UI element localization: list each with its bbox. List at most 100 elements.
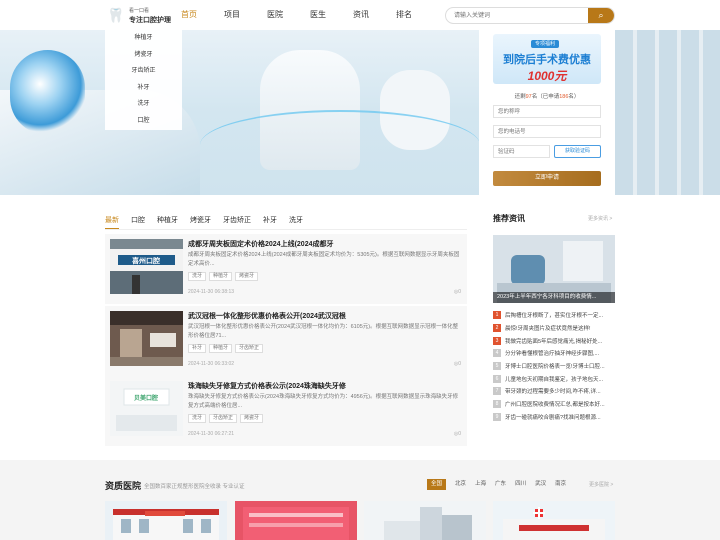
hospital-card[interactable] (493, 501, 615, 540)
code-field[interactable] (493, 145, 550, 158)
article-card[interactable]: 武汉冠根一体化整形优惠价格表公开(2024武汉冠根 武汉冠根一体化整形优惠价格表… (105, 306, 467, 376)
article-time: 2024-11-30 06:33:02 (188, 361, 235, 367)
city-item[interactable]: 北京 (455, 479, 466, 490)
article-thumbnail[interactable]: 喜州口腔 (110, 239, 183, 294)
article-title[interactable]: 武汉冠根一体化整形优惠价格表公开(2024武汉冠根 (188, 311, 463, 321)
list-item-text[interactable]: 广州口腔医院收费情况汇总,都是按本好... (505, 400, 605, 408)
list-item-text[interactable]: 牙博士口腔医院价格表一览!牙博士口腔... (505, 362, 605, 370)
rank-number: 1 (493, 311, 501, 320)
hospital-building-image (493, 501, 615, 540)
hospital-card[interactable] (235, 501, 357, 540)
name-field[interactable] (493, 105, 601, 118)
list-item[interactable]: 5 牙博士口腔医院价格表一览!牙博士口腔... (493, 360, 615, 373)
site-logo[interactable]: 🦷 看一口看 专注口腔护理 (107, 5, 171, 25)
tab-filling[interactable]: 补牙 (263, 215, 277, 229)
article-time: 2024-11-30 06:27:21 (188, 431, 235, 437)
list-item-text[interactable]: 后掏槽位牙根断了，甚实位牙根不一定... (505, 311, 603, 319)
clinic-interior-image (110, 311, 183, 366)
views-count: 0 (458, 431, 461, 437)
article-thumbnail[interactable] (110, 311, 183, 366)
city-item[interactable]: 上海 (475, 479, 486, 490)
tab-orthodontics[interactable]: 牙齿矫正 (223, 215, 251, 229)
category-item[interactable]: 烤瓷牙 (105, 47, 182, 64)
article-tag[interactable]: 洗牙 (188, 414, 207, 423)
nav-doctors[interactable]: 医生 (310, 0, 326, 30)
get-code-button[interactable]: 获取验证码 (554, 145, 601, 158)
city-item[interactable]: 南京 (555, 479, 566, 490)
article-tag[interactable]: 洗牙 (188, 272, 207, 281)
rank-number: 8 (493, 400, 501, 409)
list-item[interactable]: 4 分分钟看懂根管治疗抽牙神经步骤图,... (493, 347, 615, 360)
list-item[interactable]: 6 儿童地包天初期自我鉴定，孩子地包天... (493, 372, 615, 385)
category-item[interactable]: 补牙 (105, 80, 182, 97)
city-item[interactable]: 四川 (515, 479, 526, 490)
nav-projects[interactable]: 项目 (224, 0, 240, 30)
article-tag[interactable]: 牙齿矫正 (209, 414, 238, 423)
list-item-text[interactable]: 分分钟看懂根管治疗抽牙神经步骤图,... (505, 349, 599, 357)
category-item[interactable]: 牙齿矫正 (105, 63, 182, 80)
category-item[interactable]: 口腔 (105, 113, 182, 130)
recommend-featured[interactable]: 2023年上半年西宁各牙科项目的收费情... (493, 235, 615, 303)
promo-banner[interactable]: 专项福利 到院后手术费优惠 1000元 (493, 34, 601, 84)
hospital-building-image (235, 501, 357, 540)
article-tags: 洗牙 种植牙 烤瓷牙 (188, 272, 261, 281)
article-tag[interactable]: 种植牙 (209, 344, 233, 353)
list-item[interactable]: 8 广州口腔医院收费情况汇总,都是按本好... (493, 398, 615, 411)
phone-field[interactable] (493, 125, 601, 138)
article-tag[interactable]: 烤瓷牙 (240, 414, 264, 423)
hospital-building-image (364, 501, 486, 540)
nav-home[interactable]: 首页 (181, 0, 197, 30)
list-item-text[interactable]: 儿童地包天初期自我鉴定，孩子地包天... (505, 375, 603, 383)
article-tag[interactable]: 种植牙 (209, 272, 233, 281)
list-item-text[interactable]: 晨惊!牙周夹图片及症状竟然是这样! (505, 324, 591, 332)
header: 🦷 看一口看 专注口腔护理 首页 项目 医院 医生 资讯 排名 ⌕ (0, 0, 720, 30)
list-item[interactable]: 3 我做完齿贴面5年后感觉痛光,揭秘好处... (493, 334, 615, 347)
news-tabs: 最新 口腔 种植牙 烤瓷牙 牙齿矫正 补牙 洗牙 (105, 215, 315, 229)
recommend-more-link[interactable]: 更多资讯 > (588, 215, 612, 222)
city-item[interactable]: 武汉 (535, 479, 546, 490)
tab-cleaning[interactable]: 洗牙 (289, 215, 303, 229)
article-tag[interactable]: 烤瓷牙 (235, 272, 259, 281)
rank-number: 2 (493, 324, 501, 333)
city-item[interactable]: 广东 (495, 479, 506, 490)
list-item[interactable]: 2 晨惊!牙周夹图片及症状竟然是这样! (493, 322, 615, 335)
category-item[interactable]: 种植牙 (105, 30, 182, 47)
article-desc: 武汉冠根一体化整形优惠价格表公开(2024武汉冠根一体化均价为：6105元)。根… (188, 324, 459, 339)
list-item[interactable]: 1 后掏槽位牙根断了，甚实位牙根不一定... (493, 309, 615, 322)
article-title[interactable]: 成都牙周夹板固定术价格2024上线(2024成都牙 (188, 239, 463, 249)
nav-hospitals[interactable]: 医院 (267, 0, 283, 30)
category-item[interactable]: 洗牙 (105, 96, 182, 113)
views-count: 0 (458, 289, 461, 295)
search-input[interactable] (446, 8, 590, 23)
promo-title: 到院后手术费优惠 (503, 54, 591, 66)
article-thumbnail[interactable]: 贝美口腔 (110, 381, 183, 436)
list-item-text[interactable]: 带牙颈的过程需要多少时间,咋不疼,详... (505, 387, 601, 395)
hospital-more-link[interactable]: 更多医院 > (589, 481, 613, 488)
list-item-text[interactable]: 我做完齿贴面5年后感觉痛光,揭秘好处... (505, 337, 602, 345)
submit-button[interactable]: 立即申请 (493, 171, 601, 186)
article-desc: 珠海缺失牙修复方式价格表公示(2024珠海缺失牙修复方式均价为：4956元)。根… (188, 394, 459, 409)
hospital-card[interactable] (364, 501, 486, 540)
banner-wave (200, 110, 480, 180)
article-card[interactable]: 贝美口腔 珠海缺失牙修复方式价格表公示(2024珠海缺失牙修 珠海缺失牙修复方式… (105, 376, 467, 446)
search-button[interactable]: ⌕ (588, 8, 614, 23)
logo-line2: 专注口腔护理 (129, 17, 171, 24)
list-item[interactable]: 7 带牙颈的过程需要多少时间,咋不疼,详... (493, 385, 615, 398)
hospital-card[interactable] (105, 501, 227, 540)
nav-ranking[interactable]: 排名 (396, 0, 412, 30)
city-all[interactable]: 全国 (427, 479, 447, 490)
article-tag[interactable]: 补牙 (188, 344, 207, 353)
list-item-text[interactable]: 牙齿一碰就痛咬合剧痛?找准问题根源... (505, 413, 601, 421)
category-menu: 种植牙 烤瓷牙 牙齿矫正 补牙 洗牙 口腔 (105, 30, 182, 130)
tab-latest[interactable]: 最新 (105, 215, 119, 229)
tab-implant[interactable]: 种植牙 (157, 215, 178, 229)
list-item[interactable]: 9 牙齿一碰就痛咬合剧痛?找准问题根源... (493, 411, 615, 424)
article-card[interactable]: 喜州口腔 成都牙周夹板固定术价格2024上线(2024成都牙 成都牙周夹板固定术… (105, 234, 467, 304)
article-title[interactable]: 珠海缺失牙修复方式价格表公示(2024珠海缺失牙修 (188, 381, 463, 391)
tab-oral[interactable]: 口腔 (131, 215, 145, 229)
tab-porcelain[interactable]: 烤瓷牙 (190, 215, 211, 229)
rank-number: 6 (493, 374, 501, 383)
article-tag[interactable]: 牙齿矫正 (235, 344, 264, 353)
rank-number: 9 (493, 412, 501, 421)
nav-news[interactable]: 资讯 (353, 0, 369, 30)
